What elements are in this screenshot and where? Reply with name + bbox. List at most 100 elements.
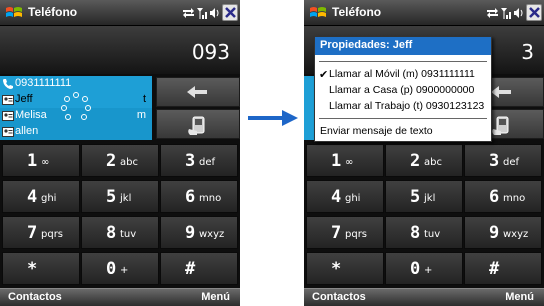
key-7[interactable]: 7 pqrs (306, 216, 384, 249)
key-digit: 9 (185, 223, 196, 243)
key-letters: ∞ (345, 157, 354, 168)
key-2[interactable]: 2 abc (81, 144, 159, 177)
menu-divider (319, 118, 487, 119)
key-letters: mno (199, 193, 222, 204)
dialed-number: 3 (521, 40, 534, 64)
key-1[interactable]: 1 ∞ (306, 144, 384, 177)
status-icons[interactable] (486, 6, 526, 20)
key-3[interactable]: 3 def (464, 144, 542, 177)
match-text: allen (15, 125, 39, 137)
key-6[interactable]: 6 mno (160, 180, 238, 213)
key-letters: tuv (120, 229, 137, 240)
key-digit: 2 (410, 151, 421, 171)
key-digit: 4 (331, 187, 342, 207)
key-0[interactable]: 0 + (385, 252, 463, 285)
key-digit: # (185, 259, 196, 279)
key-4[interactable]: 4 ghi (306, 180, 384, 213)
key-digit: 9 (489, 223, 500, 243)
key-digit: * (331, 259, 342, 279)
key-letters: abc (424, 157, 442, 168)
key-letters: mno (503, 193, 526, 204)
key-letters: def (503, 157, 520, 168)
connectivity-icon (487, 8, 498, 18)
key-5[interactable]: 5 jkl (81, 180, 159, 213)
backspace-button[interactable] (156, 77, 240, 107)
key-letters: ghi (345, 193, 361, 204)
dial-keypad: 1 ∞ 2 abc 3 def 4 ghi 5 jkl 6 mno 7 pqrs 8 tuv 9… (0, 144, 240, 285)
menu-divider (319, 61, 487, 62)
menu-header[interactable]: Propiedades: Jeff (315, 37, 491, 55)
speakerphone-icon (188, 116, 205, 135)
key-hash[interactable]: # (464, 252, 542, 285)
menu-item-call-mobile[interactable]: Llamar al Móvil (m) 0931111111 (329, 68, 475, 80)
key-letters: pqrs (345, 229, 368, 240)
key-digit: 5 (106, 187, 117, 207)
close-button[interactable] (526, 4, 542, 21)
menu-item-call-home[interactable]: Llamar a Casa (p) 0900000000 (329, 84, 474, 96)
volume-icon (514, 8, 523, 18)
title-bar: Teléfono (304, 0, 544, 26)
match-text: 0931111111 (15, 77, 72, 89)
softkey-menu[interactable]: Menú (505, 291, 534, 303)
key-star[interactable]: * (2, 252, 80, 285)
title-bar: Teléfono (0, 0, 240, 26)
softkey-contacts[interactable]: Contactos (8, 291, 62, 303)
windows-start-icon[interactable] (4, 3, 24, 23)
smart-dial-match-list[interactable]: 0931111111 Jeff t Melisa m allen (0, 76, 152, 140)
menu-item-call-work[interactable]: Llamar al Trabajo (t) 0930123123 (329, 100, 484, 112)
key-digit: 8 (106, 223, 117, 243)
key-3[interactable]: 3 def (160, 144, 238, 177)
close-icon (225, 7, 236, 18)
softkey-contacts[interactable]: Contactos (312, 291, 366, 303)
signal-strength-icon (197, 8, 207, 19)
back-arrow-icon (491, 86, 511, 98)
status-icons[interactable] (182, 6, 222, 20)
speakerphone-button[interactable] (156, 109, 240, 139)
key-9[interactable]: 9 wxyz (160, 216, 238, 249)
key-letters: tuv (424, 229, 441, 240)
loading-spinner-icon (61, 92, 91, 120)
key-digit: 6 (185, 187, 196, 207)
phone-call-icon (3, 79, 13, 89)
match-number-type: t (142, 93, 146, 105)
key-digit: 6 (489, 187, 500, 207)
contact-card-icon (2, 95, 14, 105)
key-hash[interactable]: # (160, 252, 238, 285)
menu-item-send-sms[interactable]: Enviar mensaje de texto (320, 125, 433, 137)
key-4[interactable]: 4 ghi (2, 180, 80, 213)
contact-card-icon (2, 111, 14, 121)
key-digit: 3 (489, 151, 500, 171)
key-letters: wxyz (199, 229, 225, 240)
key-digit: 5 (410, 187, 421, 207)
match-text: Melisa (15, 109, 47, 121)
key-7[interactable]: 7 pqrs (2, 216, 80, 249)
key-1[interactable]: 1 ∞ (2, 144, 80, 177)
speakerphone-icon (492, 116, 509, 135)
key-0[interactable]: 0 + (81, 252, 159, 285)
key-digit: 7 (331, 223, 342, 243)
key-star[interactable]: * (306, 252, 384, 285)
key-2[interactable]: 2 abc (385, 144, 463, 177)
key-digit: 0 (106, 259, 117, 279)
contact-context-menu: Propiedades: Jeff ✔ Llamar al Móvil (m) … (314, 36, 492, 142)
key-digit: 2 (106, 151, 117, 171)
key-6[interactable]: 6 mno (464, 180, 542, 213)
close-button[interactable] (222, 4, 238, 21)
key-5[interactable]: 5 jkl (385, 180, 463, 213)
key-letters: abc (120, 157, 138, 168)
key-8[interactable]: 8 tuv (81, 216, 159, 249)
match-number-type: m (136, 109, 146, 121)
match-text: Jeff (15, 93, 33, 105)
key-8[interactable]: 8 tuv (385, 216, 463, 249)
connectivity-icon (183, 8, 194, 18)
key-digit: 7 (27, 223, 38, 243)
windows-start-icon[interactable] (308, 3, 328, 23)
key-digit: 1 (27, 151, 38, 171)
match-row-contact[interactable]: allen (0, 124, 152, 140)
key-9[interactable]: 9 wxyz (464, 216, 542, 249)
softkey-menu[interactable]: Menú (201, 291, 230, 303)
dialed-number-display: 093 (0, 26, 240, 74)
key-digit: 3 (185, 151, 196, 171)
softkey-bar: Contactos Menú (304, 288, 544, 306)
close-icon (529, 7, 540, 18)
